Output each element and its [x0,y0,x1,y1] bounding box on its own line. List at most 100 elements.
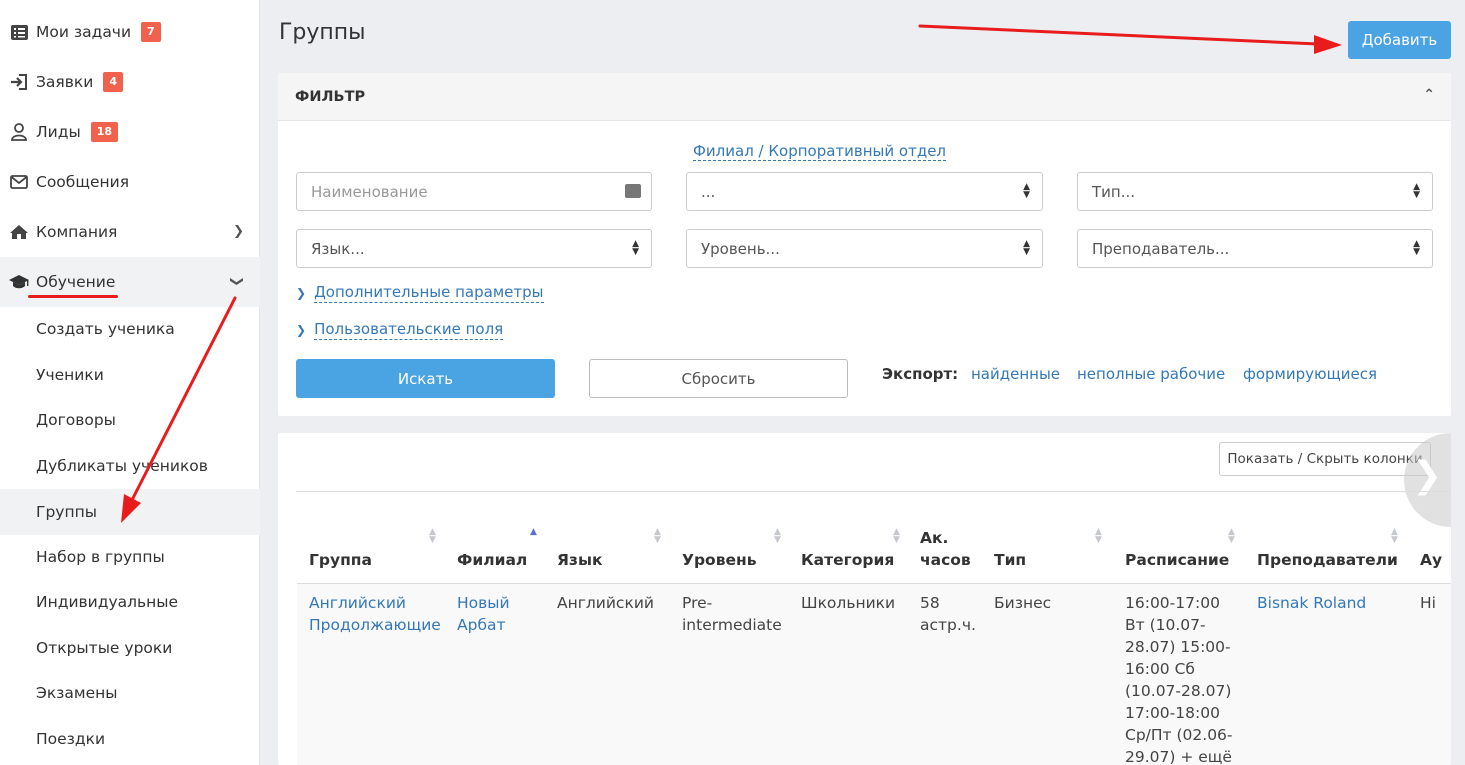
chevron-right-icon: ❯ [296,322,307,337]
sidebar-item-requests[interactable]: Заявки 4 [0,57,260,107]
sidebar-item-company[interactable]: Компания ❯ [0,207,260,257]
column-header-teachers[interactable]: Преподаватели ▲ ▼ [1257,492,1407,583]
extra-params-toggle[interactable]: ❯ Дополнительные параметры [296,282,544,303]
sort-icon: ▲ ▼ [1228,527,1235,545]
cell-teacher-link[interactable]: Bisnak Roland [1257,592,1407,614]
column-label: Расписание [1125,551,1230,569]
export-forming-link[interactable]: формирующиеся [1243,365,1377,383]
language-select[interactable]: Язык... ▲ ▼ [296,229,652,268]
chevron-right-icon: ❯ [1412,455,1443,496]
column-header-level[interactable]: Уровень ▲ ▼ [682,492,787,583]
sort-arrows-icon: ▲ ▼ [632,239,639,257]
keyboard-icon [625,184,641,198]
chevron-down-icon: ❯ [229,276,245,287]
user-icon [8,122,30,142]
sidebar-sub-contracts[interactable]: Договоры [0,397,260,443]
sidebar-sub-open-lessons[interactable]: Открытые уроки [0,625,260,671]
column-label: Филиал [457,551,528,569]
sidebar-item-label: Мои задачи [36,23,132,41]
sort-icon: ▲ ▼ [774,527,781,545]
sort-arrows-icon: ▲ ▼ [1413,239,1420,257]
sidebar-sub-groups[interactable]: Группы [0,489,260,535]
add-button[interactable]: Добавить [1348,21,1451,59]
column-label: Преподаватели [1257,551,1398,569]
sort-icon: ▲ ▼ [893,527,900,545]
sidebar-item-label: Сообщения [36,173,130,191]
filter-panel: ФИЛЬТР ⌃ Филиал / Корпоративный отдел На… [278,73,1451,416]
sidebar-sub-group-enrollment[interactable]: Набор в группы [0,534,260,580]
graduation-cap-icon [8,272,30,292]
sidebar-sub-trips[interactable]: Поездки [0,716,260,762]
column-label: Категория [801,551,895,569]
column-header-room[interactable]: Ау [1420,492,1451,583]
column-label: Ау [1420,551,1443,569]
cell-category: Школьники [801,594,896,612]
column-header-category[interactable]: Категория ▲ ▼ [801,492,911,583]
export-label: Экспорт: [882,365,959,383]
sort-arrows-icon: ▲ ▼ [1023,182,1030,200]
column-header-hours[interactable]: Ак. часов [920,492,975,583]
filter-title: ФИЛЬТР [295,88,366,105]
column-label: Тип [994,551,1027,569]
cell-branch-link[interactable]: Новый Арбат [457,592,527,636]
list-icon [8,22,30,42]
sidebar-item-leads[interactable]: Лиды 18 [0,107,260,157]
toggle-columns-button[interactable]: Показать / Скрыть колонки [1219,442,1431,476]
cell-group-link[interactable]: Английский Продолжающие [309,592,444,636]
sidebar-item-education[interactable]: Обучение ❯ [0,257,260,307]
sidebar-sub-create-student[interactable]: Создать ученика [0,306,260,352]
page-title: Группы [279,20,366,45]
chevron-right-icon: ❯ [233,224,244,239]
reset-button[interactable]: Сбросить [589,359,848,398]
column-label: Язык [557,551,603,569]
column-header-schedule[interactable]: Расписание ▲ ▼ [1125,492,1240,583]
teacher-select-value: Преподаватель... [1092,239,1230,258]
export-incomplete-link[interactable]: неполные рабочие [1077,365,1225,383]
name-input[interactable]: Наименование [296,172,652,211]
extra-params-link[interactable]: Дополнительные параметры [314,282,544,303]
groups-table-panel: Показать / Скрыть колонки ❯ Группа ▲ ▼ Фи… [278,433,1451,765]
cell-language: Английский [557,594,654,612]
type-select-value: Тип... [1092,182,1136,201]
sidebar-sub-students[interactable]: Ученики [0,352,260,398]
count-badge: 18 [90,122,118,142]
teacher-select[interactable]: Преподаватель... ▲ ▼ [1077,229,1433,268]
column-label: Группа [309,551,372,569]
custom-fields-link[interactable]: Пользовательские поля [314,319,504,340]
column-label: Уровень [682,551,757,569]
chevron-up-icon[interactable]: ⌃ [1423,87,1435,103]
column-header-type[interactable]: Тип ▲ ▼ [994,492,1109,583]
sidebar: Мои задачи 7 Заявки 4 Лиды 18 Сообщения … [0,0,260,765]
home-icon [8,222,30,242]
branch-select[interactable]: ... ▲ ▼ [686,172,1043,211]
sort-icon: ▲ ▼ [1391,527,1398,545]
column-label: Ак. часов [920,529,971,569]
language-select-value: Язык... [311,239,365,258]
branch-link-wrap: Филиал / Корпоративный отдел [693,141,947,161]
filter-header[interactable]: ФИЛЬТР ⌃ [278,73,1451,121]
annotation-underline [28,295,118,298]
sidebar-sub-duplicates[interactable]: Дубликаты учеников [0,443,260,489]
sidebar-sub-individual[interactable]: Индивидуальные [0,579,260,625]
column-header-language[interactable]: Язык ▲ ▼ [557,492,667,583]
search-button[interactable]: Искать [296,359,555,398]
sidebar-sub-exams[interactable]: Экзамены [0,670,260,716]
sort-icon: ▲ ▼ [1095,527,1102,545]
branch-select-value: ... [701,182,716,201]
column-header-group[interactable]: Группа ▲ ▼ [309,492,444,583]
cell-hours: 58 астр.ч. [920,594,976,634]
sidebar-item-my-tasks[interactable]: Мои задачи 7 [0,7,260,57]
cell-level: Pre-intermediate [682,594,782,634]
export-found-link[interactable]: найденные [971,365,1060,383]
column-header-branch[interactable]: Филиал ▲▼ [457,492,547,583]
sort-arrows-icon: ▲ ▼ [1023,239,1030,257]
type-select[interactable]: Тип... ▲ ▼ [1077,172,1433,211]
sort-icon: ▲ ▼ [654,527,661,545]
level-select[interactable]: Уровень... ▲ ▼ [686,229,1043,268]
cell-schedule: 16:00-17:00 Вт (10.07-28.07) 15:00-16:00… [1125,594,1233,765]
groups-table: Группа ▲▼ Филиал ▲▼ Язык ▲▼ Уровень ▲▼ К… [296,491,1451,765]
branch-filter-link[interactable]: Филиал / Корпоративный отдел [693,142,947,161]
sign-in-icon [8,72,30,92]
sidebar-item-messages[interactable]: Сообщения [0,157,260,207]
custom-fields-toggle[interactable]: ❯ Пользовательские поля [296,319,504,340]
